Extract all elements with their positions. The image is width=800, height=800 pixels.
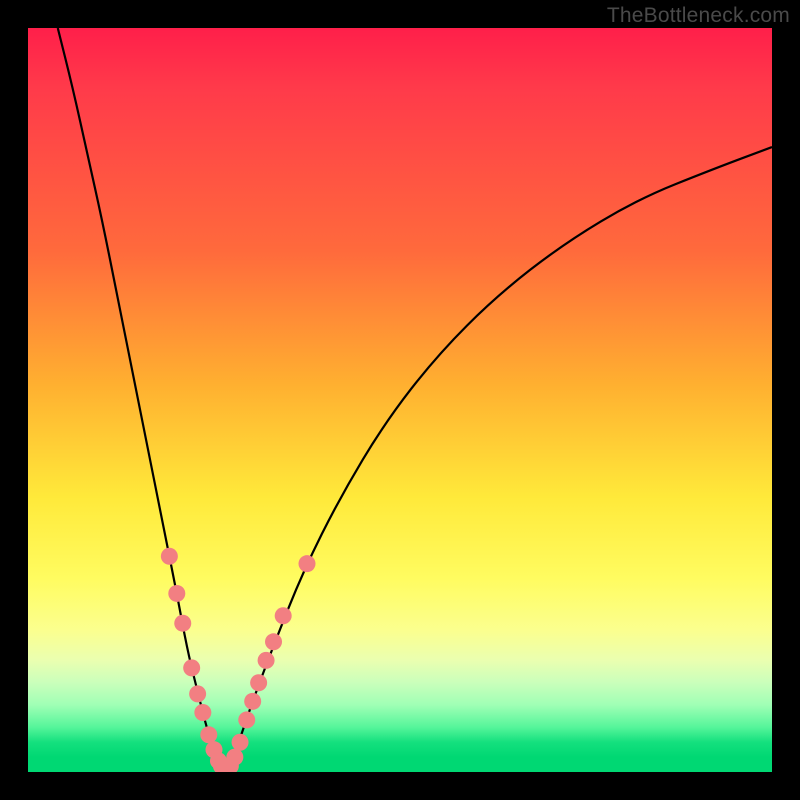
curve-marker: [244, 693, 261, 710]
curve-left: [58, 28, 225, 772]
curve-marker: [299, 555, 316, 572]
gradient-plot-area: [28, 28, 772, 772]
curve-marker: [161, 548, 178, 565]
curve-right: [225, 147, 772, 772]
curve-marker: [189, 685, 206, 702]
watermark-text: TheBottleneck.com: [607, 4, 790, 28]
curve-marker: [174, 615, 191, 632]
curve-marker: [194, 704, 211, 721]
curve-marker: [226, 749, 243, 766]
curve-markers-right: [222, 555, 316, 772]
curve-markers-left: [161, 548, 233, 772]
curve-marker: [200, 726, 217, 743]
curve-marker: [275, 607, 292, 624]
curve-marker: [168, 585, 185, 602]
curve-marker: [232, 734, 249, 751]
curve-marker: [265, 633, 282, 650]
curve-marker: [250, 674, 267, 691]
curve-marker: [258, 652, 275, 669]
chart-svg: [28, 28, 772, 772]
curve-marker: [183, 659, 200, 676]
curve-marker: [238, 711, 255, 728]
